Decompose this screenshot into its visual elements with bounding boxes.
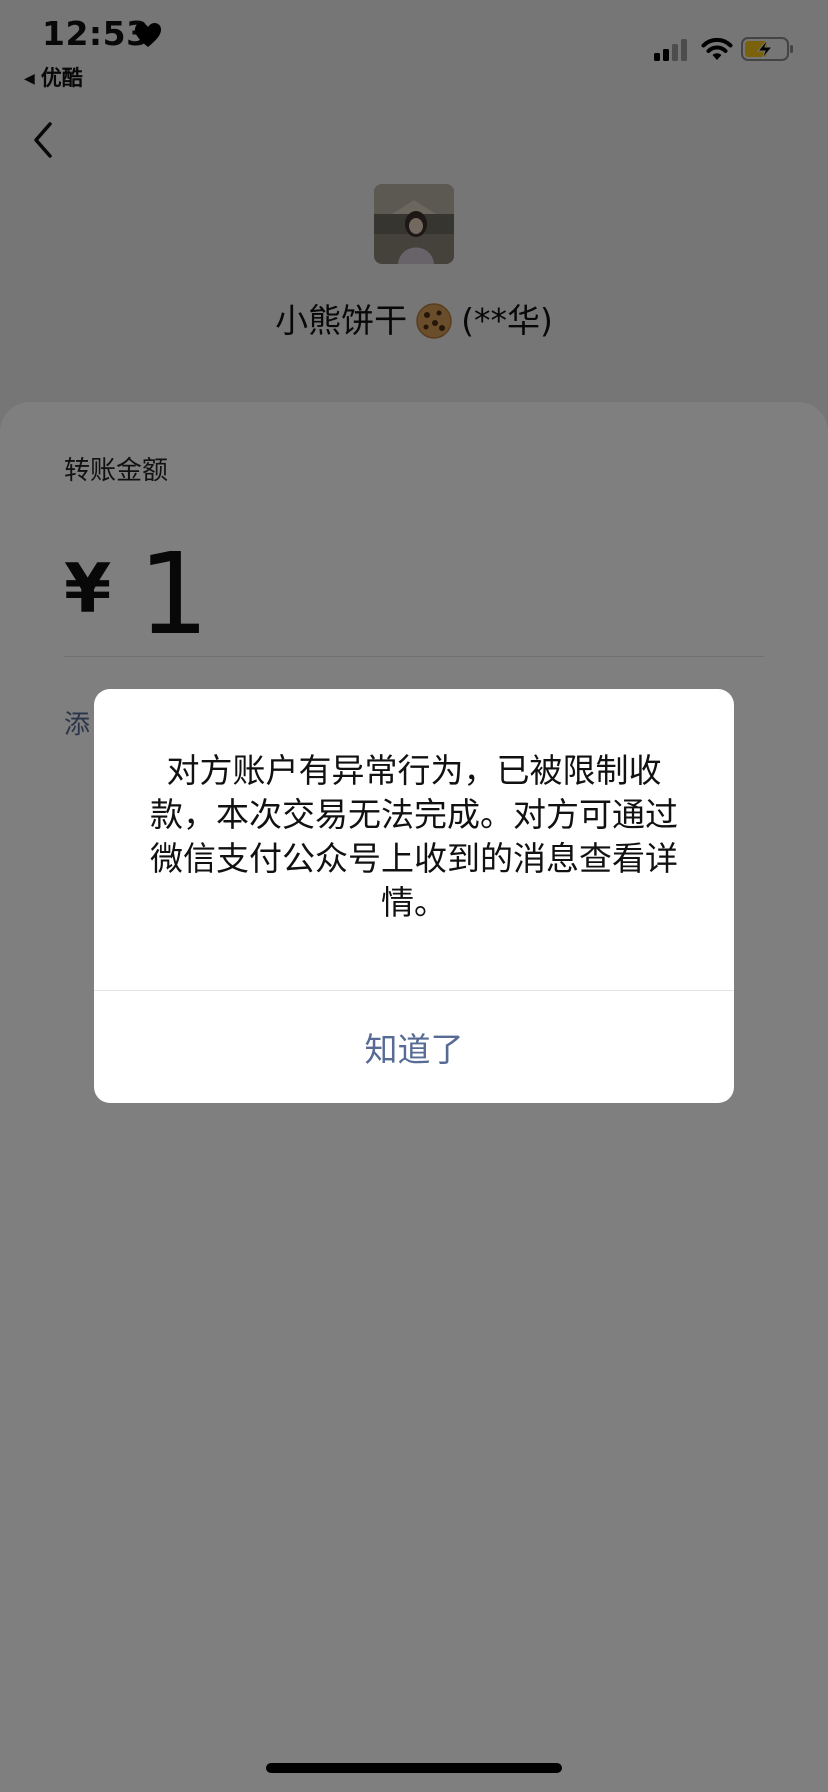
dialog-message: 对方账户有异常行为，已被限制收款，本次交易无法完成。对方可通过微信支付公众号上收… — [150, 751, 678, 922]
home-indicator[interactable] — [266, 1763, 562, 1773]
acknowledge-button[interactable]: 知道了 — [94, 991, 734, 1103]
alert-dialog: 对方账户有异常行为，已被限制收款，本次交易无法完成。对方可通过微信支付公众号上收… — [94, 689, 734, 1103]
